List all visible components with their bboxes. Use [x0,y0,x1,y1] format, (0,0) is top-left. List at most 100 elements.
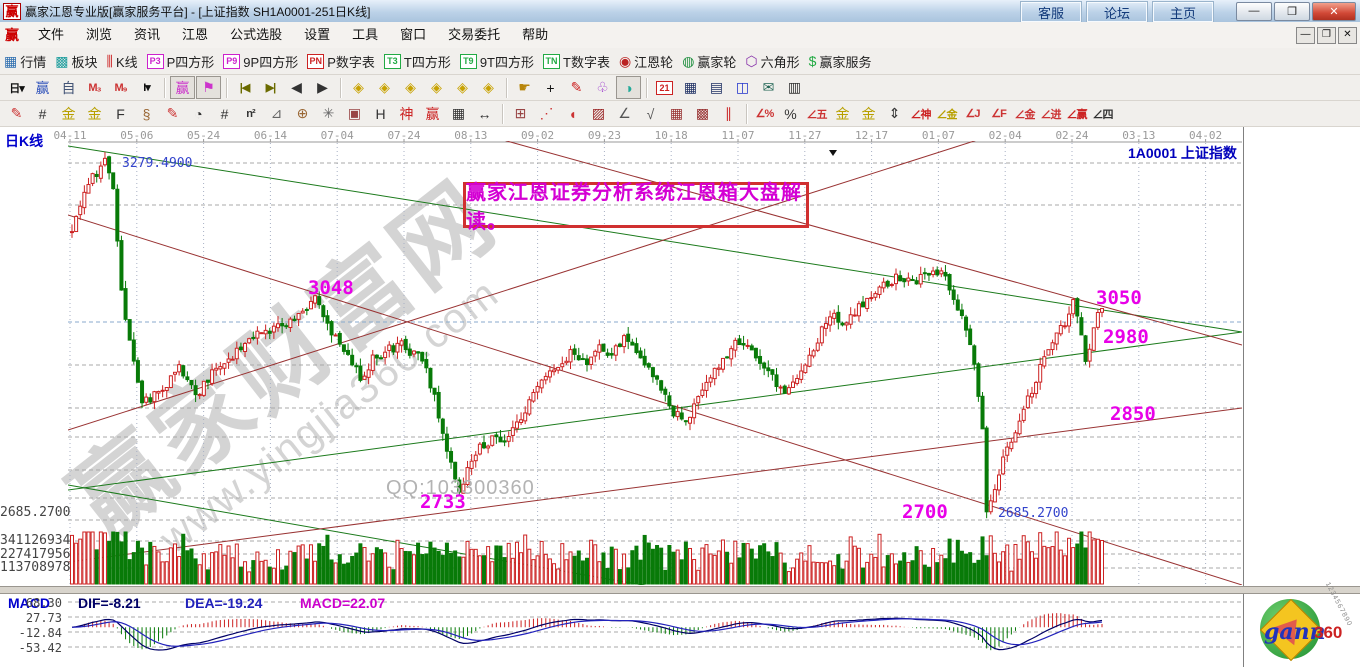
gold-line-icon[interactable]: 金 [856,102,881,125]
chart9-icon[interactable]: M₉ [108,76,133,99]
h-expand-icon[interactable]: ◈ [398,76,423,99]
menu-2[interactable]: 资讯 [123,24,171,46]
check-angle-icon[interactable]: √ [638,102,663,125]
spiderweb-tool-icon[interactable]: ✳ [316,102,341,125]
close-button[interactable]: ✕ [1312,2,1356,21]
menu-6[interactable]: 工具 [341,24,389,46]
ruler-grid-icon[interactable]: ▦ [446,102,471,125]
fibonacci-tool-icon[interactable]: F [108,102,133,125]
quick-button-0[interactable]: 客服 [1021,2,1081,22]
candle-style-dropdown[interactable]: I▾ [134,76,159,99]
price-comb-icon[interactable]: # [212,102,237,125]
kline-chart-area[interactable]: 赢家财富网 www.yingjia360.com 日K线 1A0001 上证指数… [0,127,1360,586]
yingjia-angle-icon[interactable]: ∠赢 [1064,102,1089,125]
menu-5[interactable]: 设置 [293,24,341,46]
t-square-button[interactable]: T3T四方形 [384,52,451,71]
parallel-lines-icon[interactable]: ∥ [716,102,741,125]
menu-1[interactable]: 浏览 [75,24,123,46]
mail-icon[interactable]: ✉ [756,76,781,99]
t-table-button[interactable]: TNT数字表 [543,52,610,71]
next-bar-icon[interactable]: ▶ [310,76,335,99]
zoom-right-icon[interactable]: ◈ [372,76,397,99]
menu-4[interactable]: 公式选股 [219,24,293,46]
restore-button[interactable]: ❐ [1274,2,1310,21]
percent-angle-icon[interactable]: ∠% [752,102,777,125]
marker-pen-icon[interactable]: ✎ [160,102,185,125]
calculator-icon[interactable]: ▦ [678,76,703,99]
crosshair-tool-icon[interactable]: + [538,76,563,99]
gann-model-icon[interactable]: ♧ [590,76,615,99]
box-split-icon[interactable]: ⊞ [508,102,533,125]
f-angle-icon[interactable]: ∠F [986,102,1011,125]
gold-angle-icon[interactable]: ∠金 [934,102,959,125]
width-measure-icon[interactable]: ↔ [472,102,497,125]
spiral-tool-icon[interactable]: § [134,102,159,125]
mirror-angle-icon[interactable]: ⊿ [264,102,289,125]
annotation-box[interactable]: 赢家江恩证券分析系统江恩箱大盘解读。 [463,182,809,228]
menu-9[interactable]: 帮助 [511,24,559,46]
menu-8[interactable]: 交易委托 [437,24,511,46]
period-day-dropdown[interactable]: 日▾ [4,76,29,99]
pencil-tool-icon[interactable]: ✎ [4,102,29,125]
printer-icon[interactable]: ▥ [782,76,807,99]
square-number-icon[interactable]: n² [238,102,263,125]
five-line-icon[interactable]: ∠五 [804,102,829,125]
gann-wheel-button[interactable]: ◉江恩轮 [619,52,673,71]
menu-3[interactable]: 江恩 [171,24,219,46]
info-panel-icon[interactable]: 自 [56,76,81,99]
horizontal-scrollbar[interactable] [0,586,1360,594]
fan-lines-icon[interactable]: ⋰ [534,102,559,125]
window-switch-icon[interactable]: 赢 [30,76,55,99]
shade-box-icon[interactable]: ▨ [586,102,611,125]
hand-tool-icon[interactable]: ☛ [512,76,537,99]
sectors-button[interactable]: ▩板块 [55,52,97,71]
quick-button-2[interactable]: 主页 [1153,2,1213,22]
candle-adjust-icon[interactable]: ⇕ [882,102,907,125]
comb-tool-icon[interactable]: # [30,102,55,125]
menu-7[interactable]: 窗口 [389,24,437,46]
gold-section2-icon[interactable]: 金 [82,102,107,125]
9p-square-button[interactable]: P99P四方形 [223,52,298,71]
h-marker-icon[interactable]: Η [368,102,393,125]
gold-circle-icon[interactable]: 金 [830,102,855,125]
angle-tool-icon[interactable]: ∠ [612,102,637,125]
last-bar-icon[interactable]: ▶| [258,76,283,99]
advance-angle-icon[interactable]: ∠进 [1038,102,1063,125]
notes-icon[interactable]: ▤ [704,76,729,99]
v-expand-icon[interactable]: ◈ [450,76,475,99]
h-compress-icon[interactable]: ◈ [424,76,449,99]
macd-pane[interactable]: MACD DIF=-8.21 DEA=-19.24 MACD=22.07 68.… [0,594,1360,667]
winner-wheel-button[interactable]: ◍赢家轮 [682,52,736,71]
winner-service-button[interactable]: $赢家服务 [809,52,872,71]
chart3-icon[interactable]: M₃ [82,76,107,99]
minimize-button[interactable]: — [1236,2,1272,21]
j-angle-icon[interactable]: ∠J [960,102,985,125]
mdi-minimize-button[interactable]: — [1296,27,1315,44]
calendar-icon[interactable]: 21 [652,76,677,99]
compass-tool-icon[interactable]: ⊕ [290,102,315,125]
gann-box-tool-icon[interactable]: 赢 [170,76,195,99]
trend-flag-icon[interactable]: ⚑ [196,76,221,99]
quick-button-1[interactable]: 论坛 [1087,2,1147,22]
mdi-restore-button[interactable]: ❐ [1317,27,1336,44]
yingjia-line-icon[interactable]: 赢 [420,102,445,125]
first-bar-icon[interactable]: |◀ [232,76,257,99]
grid-tool-icon[interactable]: ▦ [664,102,689,125]
hexagon-button[interactable]: ⬡六角形 [745,52,799,71]
percent-tool-icon[interactable]: % [778,102,803,125]
quotes-button[interactable]: ▦行情 [4,52,46,71]
kline-button[interactable]: ⫼K线 [107,52,138,71]
analysis-brain-icon[interactable]: ◑ [616,76,641,99]
prev-bar-icon[interactable]: ◀ [284,76,309,99]
god-line-icon[interactable]: 神 [394,102,419,125]
time-cycle-icon[interactable]: ◔ [186,102,211,125]
p-square-button[interactable]: P3P四方形 [147,52,215,71]
measure-pen-icon[interactable]: ✎ [564,76,589,99]
9t-square-button[interactable]: T99T四方形 [460,52,534,71]
arc-tool-icon[interactable]: ◖ [560,102,585,125]
menu-0[interactable]: 文件 [27,24,75,46]
web-grid-icon[interactable]: ▣ [342,102,367,125]
save-icon[interactable]: ◫ [730,76,755,99]
v-compress-icon[interactable]: ◈ [476,76,501,99]
dense-grid-icon[interactable]: ▩ [690,102,715,125]
